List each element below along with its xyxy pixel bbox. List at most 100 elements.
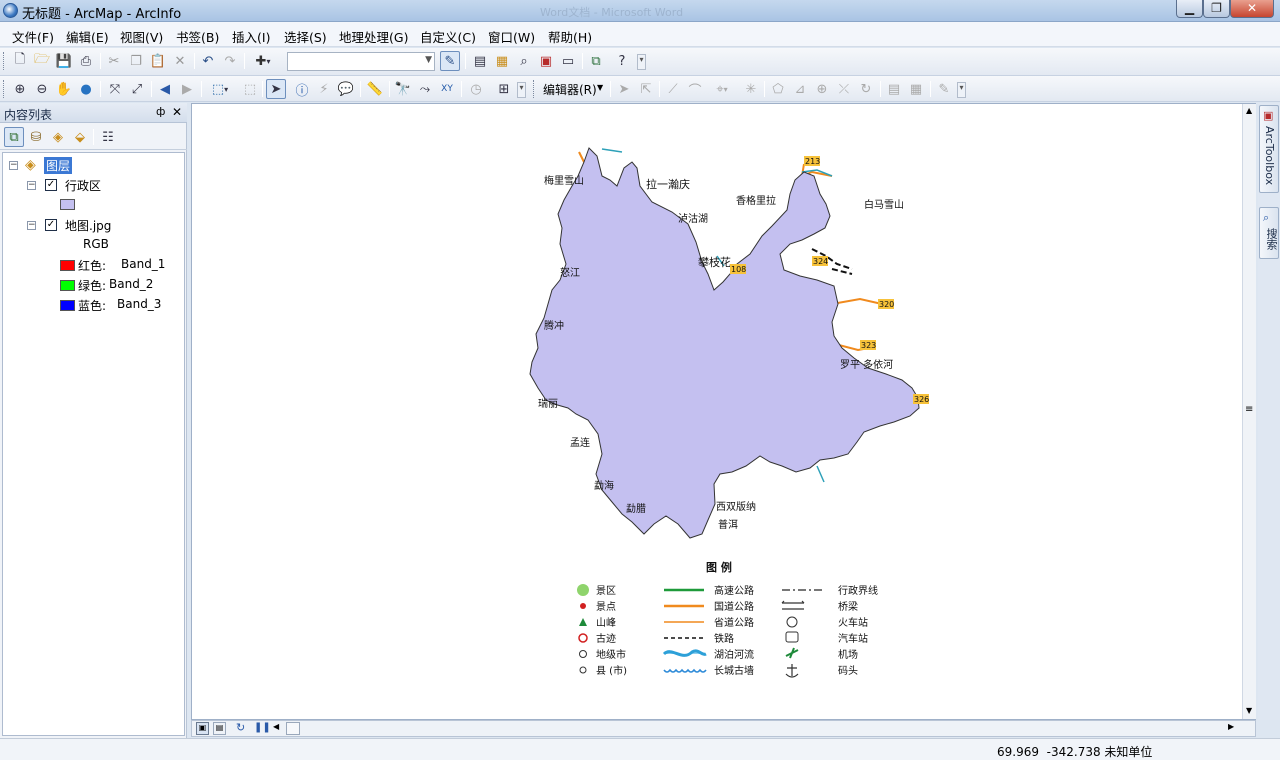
toolbar-overflow-icon[interactable]: ▾ bbox=[957, 82, 966, 98]
toolbar-grip[interactable] bbox=[3, 80, 6, 98]
maximize-button[interactable]: ❐ bbox=[1203, 0, 1230, 18]
rotate-icon[interactable]: ↻ bbox=[856, 79, 876, 99]
cut-polygons-icon[interactable]: ⊕ bbox=[812, 79, 832, 99]
menu-edit[interactable]: 编辑(E) bbox=[66, 27, 109, 46]
new-document-icon[interactable]: 🗋 bbox=[10, 51, 30, 71]
collapse-icon[interactable]: − bbox=[27, 181, 36, 190]
layer-row-xingzhengqu[interactable]: − ✓ 行政区 bbox=[27, 177, 177, 195]
layout-view-icon[interactable]: ▤ bbox=[213, 722, 226, 735]
close-icon[interactable]: ✕ bbox=[172, 105, 182, 119]
copy-icon[interactable]: ❐ bbox=[126, 51, 146, 71]
collapse-icon[interactable]: − bbox=[27, 221, 36, 230]
scroll-thumb[interactable] bbox=[286, 722, 300, 735]
arctoolbox-dock-tab[interactable]: ▣ ArcToolbox bbox=[1259, 105, 1279, 193]
straight-segment-icon[interactable]: ⟋ bbox=[663, 79, 683, 99]
menu-file[interactable]: 文件(F) bbox=[12, 27, 54, 46]
menu-help[interactable]: 帮助(H) bbox=[548, 27, 592, 46]
layer-visibility-checkbox[interactable]: ✓ bbox=[45, 179, 57, 191]
list-by-visibility-icon[interactable]: ◈ bbox=[48, 127, 68, 147]
map-vertical-scrollbar[interactable]: ▲ ≡ ▼ bbox=[1242, 104, 1256, 719]
split-icon[interactable]: ⤫ bbox=[834, 79, 854, 99]
zoom-out-icon[interactable]: ⊖ bbox=[32, 79, 52, 99]
list-by-source-icon[interactable]: ⛁ bbox=[26, 127, 46, 147]
layers-root[interactable]: − ◈ 图层 bbox=[9, 157, 179, 175]
close-button[interactable]: ✕ bbox=[1230, 0, 1274, 18]
data-view-icon[interactable]: ▣ bbox=[196, 722, 209, 735]
refresh-icon[interactable]: ↻ bbox=[236, 721, 245, 734]
python-window-icon[interactable]: ▭ bbox=[558, 51, 578, 71]
layer-row-map-jpg[interactable]: − ✓ 地图.jpg bbox=[27, 217, 177, 235]
editor-menu[interactable]: 编辑器(R) bbox=[543, 81, 597, 98]
search-window-icon[interactable]: ⌕ bbox=[514, 51, 534, 71]
pan-hand-icon[interactable]: ✋ bbox=[54, 79, 74, 99]
sketch-properties-icon[interactable]: ▦ bbox=[906, 79, 926, 99]
map-scale-combo[interactable]: ▼ bbox=[287, 52, 435, 71]
find-binoculars-icon[interactable]: 🔭 bbox=[393, 79, 413, 99]
point-icon[interactable]: ✳ bbox=[741, 79, 761, 99]
polygon-symbol-swatch[interactable] bbox=[60, 199, 75, 210]
clear-selection-icon[interactable]: ⬚ bbox=[240, 79, 260, 99]
pause-drawing-icon[interactable]: ❚❚ bbox=[254, 722, 271, 733]
menu-selection[interactable]: 选择(S) bbox=[284, 27, 327, 46]
toolbar-grip[interactable] bbox=[3, 52, 6, 70]
html-popup-icon[interactable]: 💬 bbox=[336, 79, 356, 99]
save-icon[interactable]: 💾 bbox=[54, 51, 74, 71]
layer-visibility-checkbox[interactable]: ✓ bbox=[45, 219, 57, 231]
time-slider-icon[interactable]: ◷ bbox=[466, 79, 486, 99]
hyperlink-icon[interactable]: ⚡ bbox=[314, 79, 334, 99]
scroll-down-icon[interactable]: ▼ bbox=[1246, 706, 1252, 715]
back-extent-icon[interactable]: ◀ bbox=[155, 79, 175, 99]
whats-this-help-icon[interactable]: ? bbox=[612, 51, 632, 71]
toolbar-grip[interactable] bbox=[533, 80, 536, 98]
search-dock-tab[interactable]: ⌕ 搜索 bbox=[1259, 207, 1279, 259]
menu-customize[interactable]: 自定义(C) bbox=[420, 27, 476, 46]
minimize-button[interactable]: ▁ bbox=[1176, 0, 1203, 18]
delete-icon[interactable]: ✕ bbox=[170, 51, 190, 71]
table-of-contents-icon[interactable]: ▤ bbox=[470, 51, 490, 71]
cut-icon[interactable]: ✂ bbox=[104, 51, 124, 71]
toolbar-overflow-icon[interactable]: ▾ bbox=[517, 82, 526, 98]
catalog-icon[interactable]: ▦ bbox=[492, 51, 512, 71]
find-route-icon[interactable]: ⤳ bbox=[415, 79, 435, 99]
print-icon[interactable]: ⎙ bbox=[76, 51, 96, 71]
menu-geoprocessing[interactable]: 地理处理(G) bbox=[339, 27, 408, 46]
model-builder-icon[interactable]: ⧉ bbox=[586, 51, 606, 71]
edit-tool-icon[interactable]: ➤ bbox=[614, 79, 634, 99]
list-by-selection-icon[interactable]: ⬙ bbox=[70, 127, 90, 147]
attributes-icon[interactable]: ▤ bbox=[884, 79, 904, 99]
forward-extent-icon[interactable]: ▶ bbox=[177, 79, 197, 99]
collapse-icon[interactable]: − bbox=[9, 161, 18, 170]
paste-icon[interactable]: 📋 bbox=[148, 51, 168, 71]
menu-windows[interactable]: 窗口(W) bbox=[488, 27, 535, 46]
menu-bookmarks[interactable]: 书签(B) bbox=[176, 27, 219, 46]
select-elements-arrow-icon[interactable]: ➤ bbox=[266, 79, 286, 99]
pin-icon[interactable]: ф bbox=[156, 105, 165, 118]
create-viewer-window-icon[interactable]: ⊞ bbox=[494, 79, 514, 99]
editor-toolbar-icon[interactable]: ✎ bbox=[440, 51, 460, 71]
menu-insert[interactable]: 插入(I) bbox=[232, 27, 270, 46]
undo-icon[interactable]: ↶ bbox=[198, 51, 218, 71]
trace-icon[interactable]: ⌖ ▾ bbox=[707, 79, 737, 99]
edit-annotation-icon[interactable]: ⇱ bbox=[636, 79, 656, 99]
add-data-icon[interactable]: ✚ ▾ bbox=[248, 51, 278, 71]
arctoolbox-icon[interactable]: ▣ bbox=[536, 51, 556, 71]
edit-vertices-icon[interactable]: ⬠ bbox=[768, 79, 788, 99]
identify-icon[interactable]: ⓘ bbox=[292, 79, 312, 99]
redo-icon[interactable]: ↷ bbox=[220, 51, 240, 71]
scroll-left-icon[interactable]: ◀ bbox=[273, 722, 279, 731]
zoom-in-icon[interactable]: ⊕ bbox=[10, 79, 30, 99]
toolbar-overflow-icon[interactable]: ▾ bbox=[637, 54, 646, 70]
scroll-up-icon[interactable]: ▲ bbox=[1246, 106, 1252, 115]
select-features-icon[interactable]: ⬚ ▾ bbox=[205, 79, 235, 99]
scroll-right-icon[interactable]: ▶ bbox=[1228, 722, 1234, 731]
toc-options-icon[interactable]: ☷ bbox=[98, 127, 118, 147]
go-to-xy-icon[interactable]: XY bbox=[437, 79, 457, 99]
reshape-icon[interactable]: ⊿ bbox=[790, 79, 810, 99]
arc-segment-icon[interactable]: ⌒ bbox=[685, 79, 705, 99]
full-extent-globe-icon[interactable]: ● bbox=[76, 79, 96, 99]
measure-icon[interactable]: 📏 bbox=[365, 79, 385, 99]
open-folder-icon[interactable]: 🗁 bbox=[32, 51, 52, 71]
map-view[interactable]: 梅里雪山 拉一瀚庆 香格里拉 泸沽湖 白马雪山 攀枝花 怒江 腾冲 罗平 多依河… bbox=[191, 103, 1256, 720]
create-features-icon[interactable]: ✎ bbox=[934, 79, 954, 99]
fixed-zoom-in-icon[interactable]: ⤧ bbox=[105, 79, 125, 99]
